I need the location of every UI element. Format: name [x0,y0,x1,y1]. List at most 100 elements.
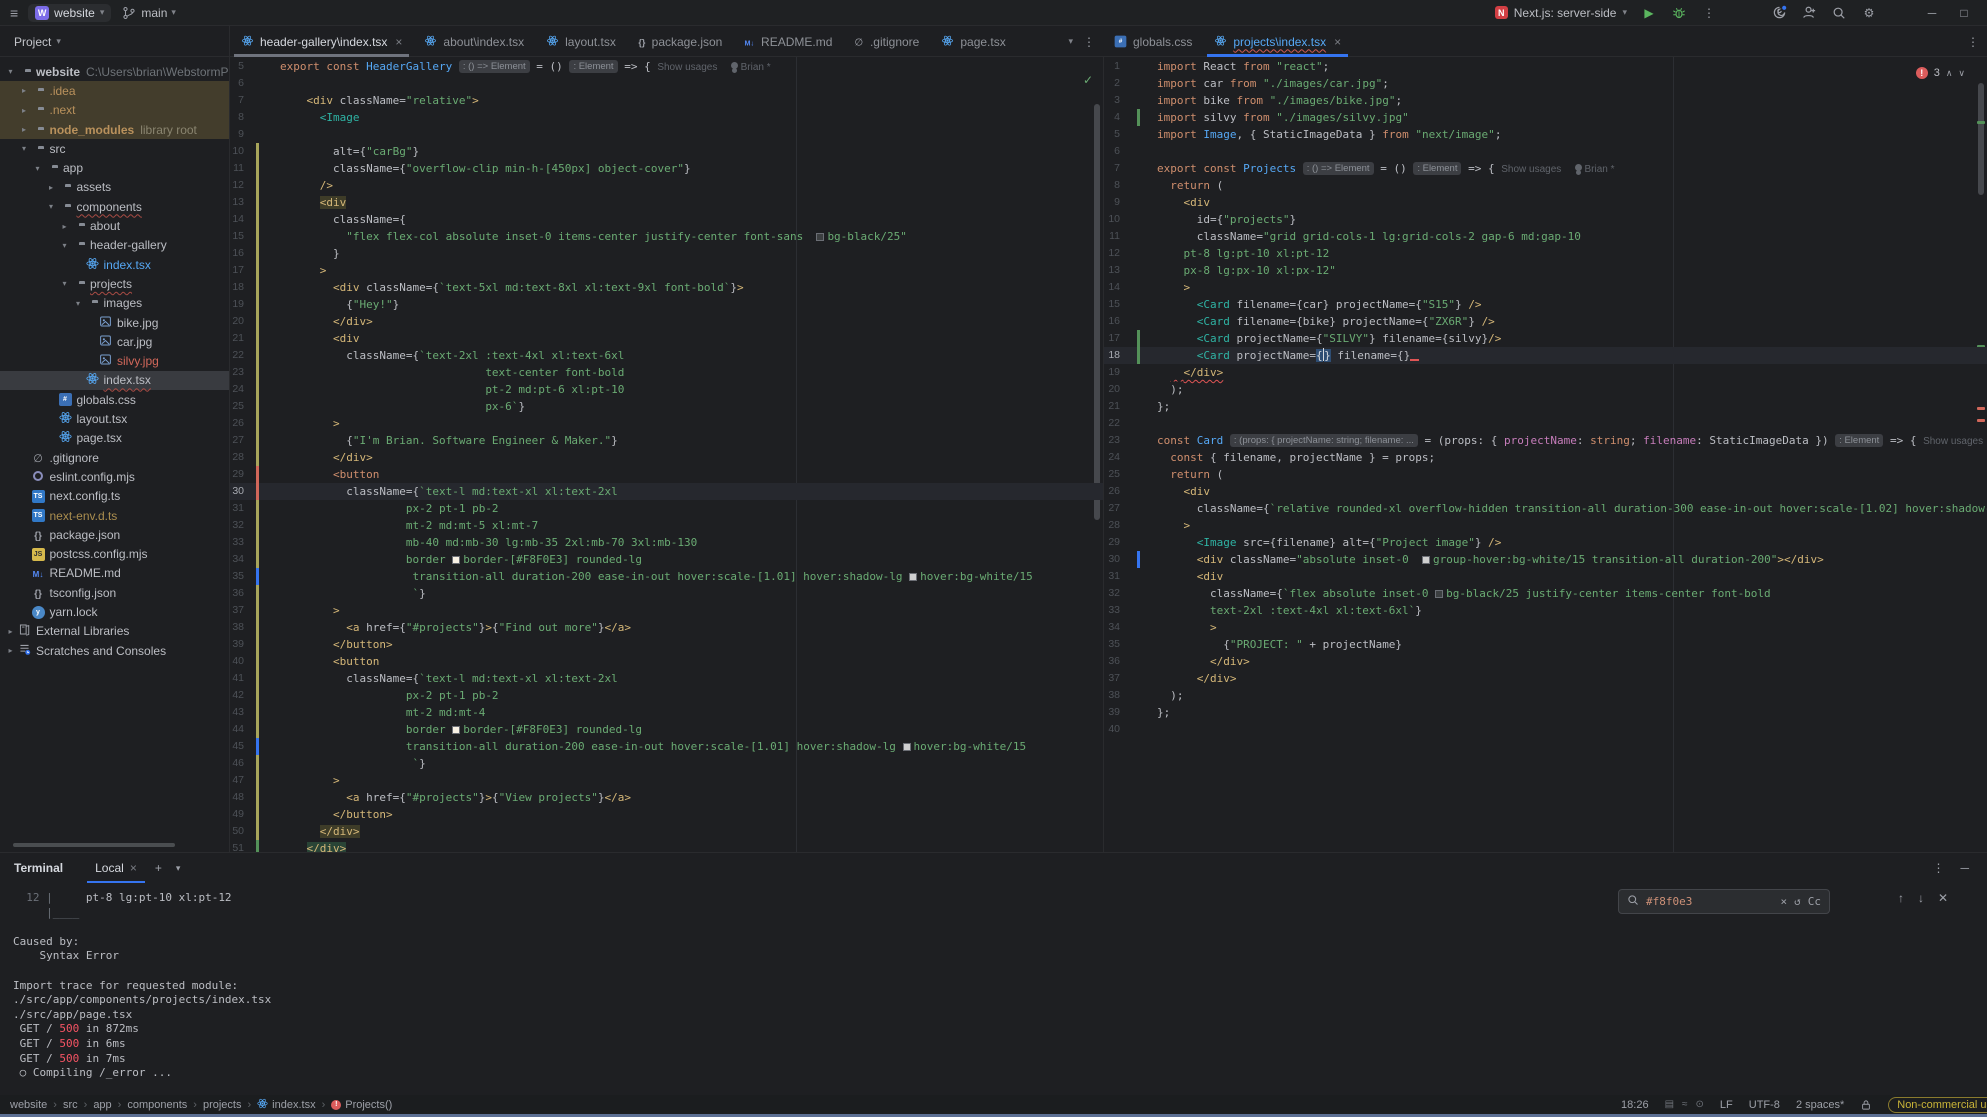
line-number[interactable]: 8 [1104,177,1120,194]
tree-item-car-jpg[interactable]: car.jpg [0,332,230,351]
code-line[interactable]: export const Projects : () => Element = … [1157,160,1615,177]
tab-projects-index-tsx[interactable]: projects\index.tsx× [1203,26,1352,57]
line-number[interactable]: 6 [230,75,244,92]
code-line[interactable]: </div> [1157,670,1237,687]
line-number[interactable]: 13 [230,194,244,211]
code-line[interactable]: </button> [280,806,393,823]
code-line[interactable]: {"I'm Brian. Software Engineer & Maker."… [280,432,618,449]
code-line[interactable]: text-2xl :text-4xl xl:text-6xl`} [1157,602,1422,619]
status-icon[interactable]: ▤ [1665,1099,1674,1110]
tree-item-next-env-d-ts[interactable]: TSnext-env.d.ts [0,506,230,525]
code-line[interactable]: const { filename, projectName } = props; [1157,449,1435,466]
line-number[interactable]: 16 [1104,313,1120,330]
code-line[interactable]: import bike from "./images/bike.jpg"; [1157,92,1402,109]
caret-position[interactable]: 18:26 [1621,1099,1649,1111]
code-line[interactable]: mt-2 md:mt-4 [280,704,485,721]
match-case-toggle[interactable]: Cc [1808,895,1821,908]
line-number[interactable]: 19 [230,296,244,313]
terminal-search-bar[interactable]: #f8f0e3 × ↺ Cc [1618,889,1830,914]
line-number[interactable]: 47 [230,772,244,789]
line-number[interactable]: 38 [1104,687,1120,704]
status-icon[interactable]: ⊙ [1696,1099,1704,1110]
left-editor-scrollbar[interactable] [1094,104,1100,520]
breadcrumb-item-website[interactable]: website [10,1099,47,1111]
code-line[interactable]: }; [1157,398,1170,415]
code-line[interactable]: className={"overflow-clip min-h-[450px] … [280,160,691,177]
right-editor-scrollbar[interactable] [1978,83,1984,195]
window-minimize-button[interactable]: ─ [1923,6,1941,20]
tree-item--next[interactable]: ▸.next [0,101,230,120]
vcs-branch-widget[interactable]: main ▾ [121,5,176,21]
code-line[interactable]: <div className="relative"> [280,92,479,109]
code-line[interactable]: pt-2 md:pt-6 xl:pt-10 [280,381,624,398]
tab-readme-md[interactable]: M↓README.md [733,26,843,57]
hidden-tabs-chevron-icon[interactable]: ▾ [1068,36,1073,47]
line-number[interactable]: 14 [1104,279,1120,296]
tree-chevron-icon[interactable]: ▾ [58,279,71,288]
color-swatch-icon[interactable] [1435,590,1443,598]
line-number[interactable]: 9 [1104,194,1120,211]
code-line[interactable]: > [280,602,340,619]
line-number[interactable]: 46 [230,755,244,772]
code-line[interactable]: </div> [280,449,373,466]
line-number[interactable]: 14 [230,211,244,228]
code-line[interactable]: <div [1157,194,1210,211]
code-line[interactable]: ); [1157,687,1184,704]
right-editor[interactable]: ! 3 ∧ ∨ 1import React from "react";2impo… [1103,57,1987,852]
search-next-icon[interactable]: ↓ [1918,891,1924,905]
line-number[interactable]: 44 [230,721,244,738]
tree-item-projects[interactable]: ▾projects [0,274,230,293]
tree-item-images[interactable]: ▾images [0,294,230,313]
code-line[interactable]: {"PROJECT: " + projectName} [1157,636,1402,653]
code-line[interactable]: className={`text-l md:text-xl xl:text-2x… [280,483,618,500]
line-number[interactable]: 34 [230,551,244,568]
ai-assistant-icon[interactable] [1771,5,1787,21]
tree-chevron-icon[interactable]: ▸ [18,86,31,95]
tree-item-index-tsx[interactable]: index.tsx [0,255,230,274]
settings-gear-icon[interactable]: ⚙ [1861,5,1877,21]
line-number[interactable]: 32 [230,517,244,534]
code-line[interactable]: import car from "./images/car.jpg"; [1157,75,1389,92]
code-line[interactable]: export const HeaderGallery : () => Eleme… [280,58,771,75]
tab-globals-css[interactable]: #globals.css [1103,26,1203,57]
inspections-ok-icon[interactable]: ✓ [1083,73,1093,87]
color-swatch-icon[interactable] [816,233,824,241]
color-swatch-icon[interactable] [909,573,917,581]
line-number[interactable]: 19 [1104,364,1120,381]
code-line[interactable]: <Image src={filename} alt={"Project imag… [1157,534,1501,551]
search-history-icon[interactable]: ↺ [1794,895,1801,908]
code-line[interactable]: mt-2 md:mt-5 xl:mt-7 [280,517,538,534]
code-line[interactable]: ); [1157,381,1184,398]
code-line[interactable]: pt-8 lg:pt-10 xl:pt-12 [1157,245,1329,262]
line-number[interactable]: 37 [230,602,244,619]
line-number[interactable]: 49 [230,806,244,823]
line-number[interactable]: 31 [1104,568,1120,585]
code-line[interactable]: {"Hey!"} [280,296,399,313]
code-line[interactable]: /> [280,177,333,194]
code-line[interactable]: <div [280,194,346,211]
line-number[interactable]: 48 [230,789,244,806]
code-line[interactable]: transition-all duration-200 ease-in-out … [280,568,1033,585]
code-line[interactable]: <a href={"#projects"}>{"View projects"}<… [280,789,631,806]
code-line[interactable]: <div [280,330,359,347]
line-number[interactable]: 24 [1104,449,1120,466]
code-line[interactable]: "flex flex-col absolute inset-0 items-ce… [280,228,907,245]
line-number[interactable]: 18 [230,279,244,296]
line-number[interactable]: 8 [230,109,244,126]
run-button[interactable]: ▶ [1641,5,1657,21]
main-menu-icon[interactable]: ≡ [10,5,18,21]
code-line[interactable]: className={`text-2xl :text-4xl xl:text-6… [280,347,624,364]
code-line[interactable]: <Card filename={bike} projectName={"ZX6R… [1157,313,1495,330]
code-line[interactable]: <Card projectName={} filename={} [1157,347,1419,364]
code-with-me-icon[interactable] [1801,5,1817,21]
code-line[interactable]: const Card : (props: { projectName: stri… [1157,432,1983,449]
code-line[interactable]: <div [1157,483,1210,500]
code-line[interactable]: </div> [280,823,360,840]
line-number[interactable]: 12 [230,177,244,194]
line-number[interactable]: 27 [1104,500,1120,517]
line-number[interactable]: 26 [1104,483,1120,500]
license-badge[interactable]: Non-commercial us [1888,1097,1987,1113]
line-number[interactable]: 4 [1104,109,1120,126]
line-number[interactable]: 12 [1104,245,1120,262]
error-stripe-mark[interactable] [1977,419,1985,422]
